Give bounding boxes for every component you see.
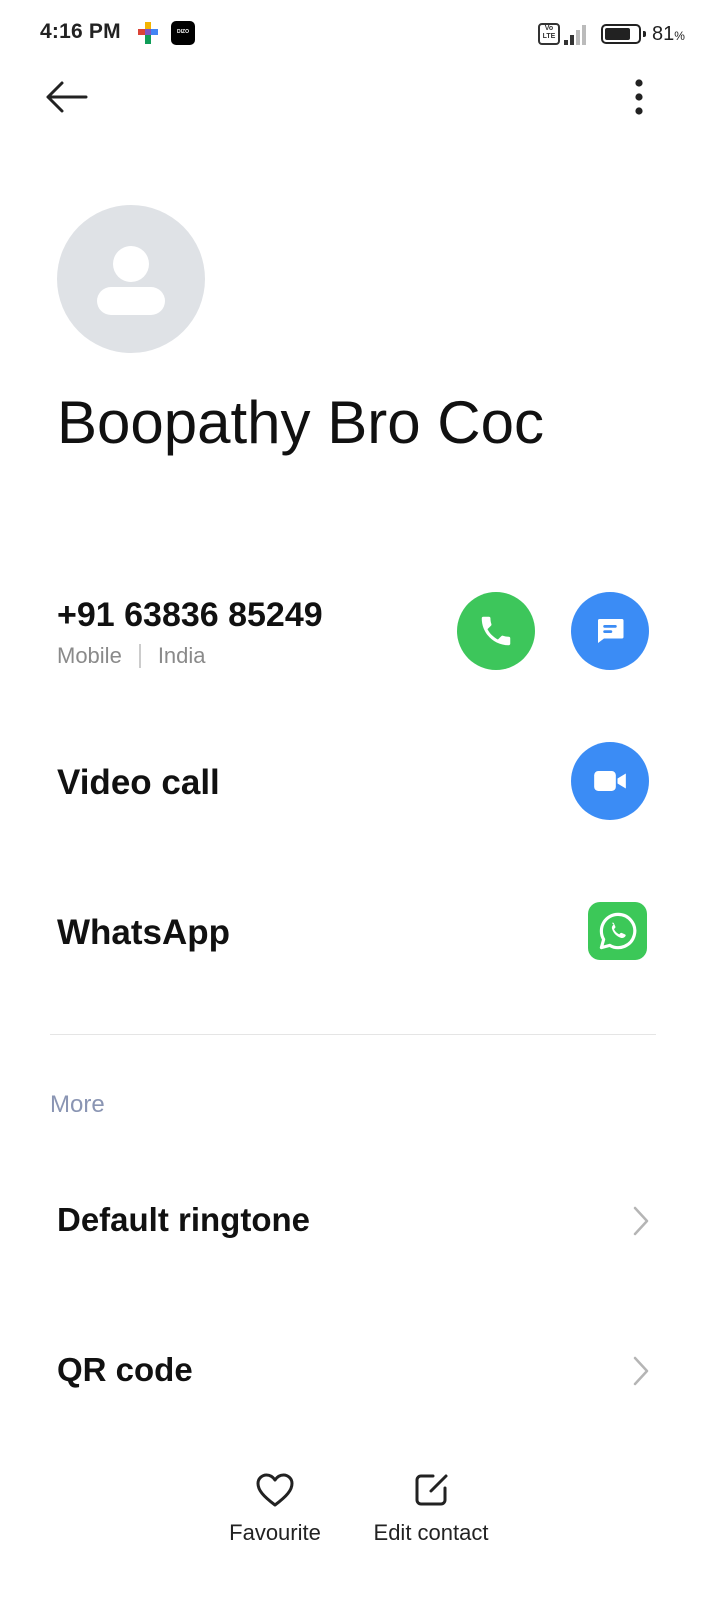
message-icon: [598, 619, 624, 643]
default-ringtone-row[interactable]: Default ringtone: [0, 1171, 720, 1271]
person-placeholder-icon: [97, 246, 165, 315]
more-options-button[interactable]: [620, 74, 658, 122]
arrow-left-icon: [46, 81, 88, 113]
back-button[interactable]: [40, 76, 96, 120]
whatsapp-label[interactable]: WhatsApp: [57, 913, 230, 953]
volte-icon: Vo LTE: [538, 23, 560, 45]
status-time: 4:16 PM: [40, 20, 121, 43]
phone-icon: [481, 616, 511, 646]
battery-fill: [605, 28, 630, 40]
favourite-label: Favourite: [229, 1520, 321, 1545]
battery-percent-value: 81: [652, 23, 675, 45]
whatsapp-button[interactable]: [588, 902, 647, 960]
video-camera-icon: [594, 771, 626, 791]
more-section-title: More: [50, 1091, 105, 1118]
more-vertical-icon: [635, 79, 643, 115]
favourite-button[interactable]: Favourite: [205, 1468, 345, 1558]
edit-icon: [415, 1474, 448, 1506]
default-ringtone-label: Default ringtone: [57, 1201, 310, 1238]
heart-icon: [256, 1473, 294, 1507]
app-notification-icon: [138, 22, 158, 44]
battery-icon: [601, 24, 646, 44]
whatsapp-icon: [599, 912, 636, 950]
chevron-right-icon: [633, 1206, 649, 1236]
chevron-right-icon: [633, 1356, 649, 1386]
qr-code-row[interactable]: QR code: [0, 1321, 720, 1421]
call-button[interactable]: [457, 592, 535, 670]
dizo-app-icon: DIZO: [171, 21, 195, 45]
qr-code-label: QR code: [57, 1351, 193, 1388]
signal-strength-icon: [564, 25, 586, 45]
video-call-label[interactable]: Video call: [57, 763, 220, 803]
message-button[interactable]: [571, 592, 649, 670]
battery-percent-unit: %: [674, 29, 685, 43]
battery-percentage: 81%: [652, 23, 685, 46]
contact-avatar: [57, 205, 205, 353]
dizo-app-label: DIZO: [177, 29, 189, 35]
video-call-button[interactable]: [571, 742, 649, 820]
edit-contact-label: Edit contact: [373, 1520, 489, 1545]
edit-contact-button[interactable]: Edit contact: [361, 1468, 501, 1558]
section-divider: [50, 1034, 656, 1035]
battery-tip: [643, 31, 646, 37]
meta-separator: [138, 644, 141, 668]
phone-meta: Mobile India: [57, 643, 206, 669]
phone-number[interactable]: +91 63836 85249: [57, 596, 323, 635]
phone-type: Mobile: [57, 643, 122, 668]
phone-region: India: [157, 643, 206, 668]
contact-name: Boopathy Bro Coc: [57, 389, 544, 456]
